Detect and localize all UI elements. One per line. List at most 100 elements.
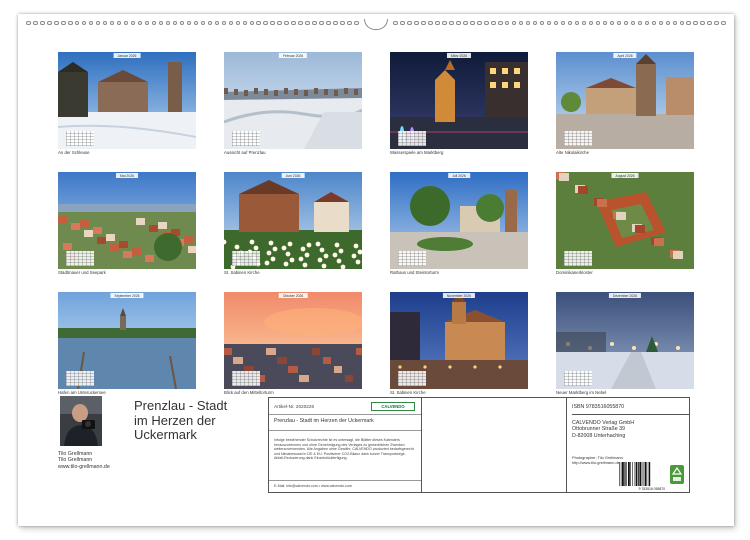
- month-label: Dezember 2026: [608, 293, 642, 299]
- binding-ring: [270, 20, 276, 26]
- month-caption: St. Sabinen Kirche: [224, 270, 260, 275]
- month-thumbnail: Juli 2026 Rathaus und Steintorturm: [390, 172, 528, 275]
- month-caption: Wasserspiele am Marktberg: [390, 150, 444, 155]
- binding-ring: [497, 20, 503, 26]
- binding-ring: [116, 20, 122, 26]
- binding-ring: [144, 20, 150, 26]
- month-thumbnail: April 2026 Alte Nikolaikirche: [556, 52, 694, 155]
- binding-ring: [435, 20, 440, 26]
- binding-ring: [179, 20, 185, 26]
- mini-calendar-grid: [66, 251, 94, 266]
- binding-ring: [172, 20, 178, 26]
- month-caption: Hafen am Unteruckersee: [58, 390, 106, 395]
- binding-ring: [277, 20, 283, 26]
- spiral-binding: [26, 18, 726, 30]
- binding-ring: [158, 20, 164, 26]
- barcode: [619, 462, 651, 486]
- binding-ring: [428, 20, 433, 26]
- month-thumbnail: März 2026 Wasserspiele am Marktberg: [390, 52, 528, 155]
- month-caption: Aussicht auf Prenzlau: [224, 150, 266, 155]
- photographer-line: http://www.tilo-grellmann.de: [572, 459, 620, 465]
- calvendo-logo: CALVENDO: [371, 402, 415, 411]
- binding-ring: [165, 20, 171, 26]
- binding-ring: [581, 20, 587, 26]
- binding-ring: [602, 20, 608, 26]
- month-photo: Dezember 2026: [556, 292, 694, 389]
- binding-ring: [74, 20, 80, 26]
- binding-ring: [707, 20, 713, 26]
- binding-ring: [354, 20, 359, 26]
- month-photo: Mai 2026: [58, 172, 196, 269]
- month-label: Mai 2026: [116, 173, 138, 179]
- month-photo: August 2026: [556, 172, 694, 269]
- mini-calendar-grid: [564, 371, 592, 386]
- info-title: Prenzlau - Stadt im Herzen der Uckermark: [274, 418, 374, 424]
- recycle-badge-icon: [670, 465, 684, 484]
- month-thumbnail: Juni 2026 St. Sabinen Kirche: [224, 172, 362, 275]
- mini-calendar-grid: [232, 131, 260, 146]
- month-thumbnail: Dezember 2026 Neuer Marktberg im Nebel: [556, 292, 694, 395]
- month-photo: Juli 2026: [390, 172, 528, 269]
- binding-ring: [228, 20, 234, 26]
- author-portrait: [60, 396, 102, 446]
- title-line: Uckermark: [134, 427, 197, 442]
- month-photo: März 2026: [390, 52, 528, 149]
- mini-calendar-grid: [66, 131, 94, 146]
- month-thumbnail: Oktober 2026 Blick auf den Mitteltorturm: [224, 292, 362, 395]
- binding-ring: [525, 20, 531, 26]
- binding-ring: [214, 20, 220, 26]
- binding-ring: [235, 20, 241, 26]
- divider: [269, 480, 421, 481]
- binding-ring: [291, 20, 296, 26]
- binding-ring: [39, 20, 45, 26]
- binding-ring: [60, 20, 66, 26]
- month-photo: Oktober 2026: [224, 292, 362, 389]
- binding-ring: [672, 20, 678, 26]
- binding-ring: [109, 20, 115, 26]
- binding-rings-right: [393, 20, 726, 26]
- binding-ring: [347, 20, 352, 26]
- month-thumbnail: September 2026 Hafen am Unteruckersee: [58, 292, 196, 395]
- month-label: April 2026: [613, 53, 637, 59]
- binding-ring: [546, 20, 552, 26]
- binding-ring: [242, 20, 248, 26]
- binding-ring: [305, 20, 310, 26]
- mini-calendar-grid: [564, 131, 592, 146]
- binding-ring: [137, 20, 143, 26]
- binding-ring: [609, 20, 615, 26]
- binding-ring: [67, 20, 73, 26]
- binding-ring: [312, 20, 317, 26]
- month-label: Oktober 2026: [278, 293, 308, 299]
- divider: [269, 430, 421, 431]
- binding-ring: [553, 20, 559, 26]
- binding-ring: [151, 20, 157, 26]
- month-caption: St. Sabinen Kirche: [390, 390, 426, 395]
- product-info-box: Artikel-Nr. 2020226 CALVENDO Prenzlau - …: [268, 397, 690, 493]
- binding-ring: [616, 20, 622, 26]
- binding-ring: [200, 20, 206, 26]
- month-label: März 2026: [446, 53, 472, 59]
- binding-ring: [340, 20, 345, 26]
- binding-ring: [421, 20, 426, 26]
- month-thumbnail: November 2026 St. Sabinen Kirche: [390, 292, 528, 395]
- month-photo: Juni 2026: [224, 172, 362, 269]
- binding-ring: [326, 20, 331, 26]
- publisher-line: Ottobrunner Straße 39: [572, 426, 625, 433]
- author-line: www.tilo-grellmann.de: [58, 463, 110, 470]
- binding-ring: [588, 20, 594, 26]
- mini-calendar-grid: [398, 371, 426, 386]
- binding-ring: [511, 20, 517, 26]
- month-caption: Neuer Marktberg im Nebel: [556, 390, 607, 395]
- binding-ring: [53, 20, 59, 26]
- binding-ring: [539, 20, 545, 26]
- binding-ring: [263, 20, 269, 26]
- month-photo: Januar 2026: [58, 52, 196, 149]
- binding-ring: [574, 20, 580, 26]
- publisher-line: D-82008 Unterhaching: [572, 432, 626, 439]
- hanger-hook: [364, 18, 388, 30]
- month-photo: April 2026: [556, 52, 694, 149]
- binding-ring: [483, 20, 489, 26]
- legal-notice: Infolge bestehender Schutzrechte ist es …: [274, 438, 414, 461]
- divider: [572, 414, 689, 415]
- binding-ring: [595, 20, 601, 26]
